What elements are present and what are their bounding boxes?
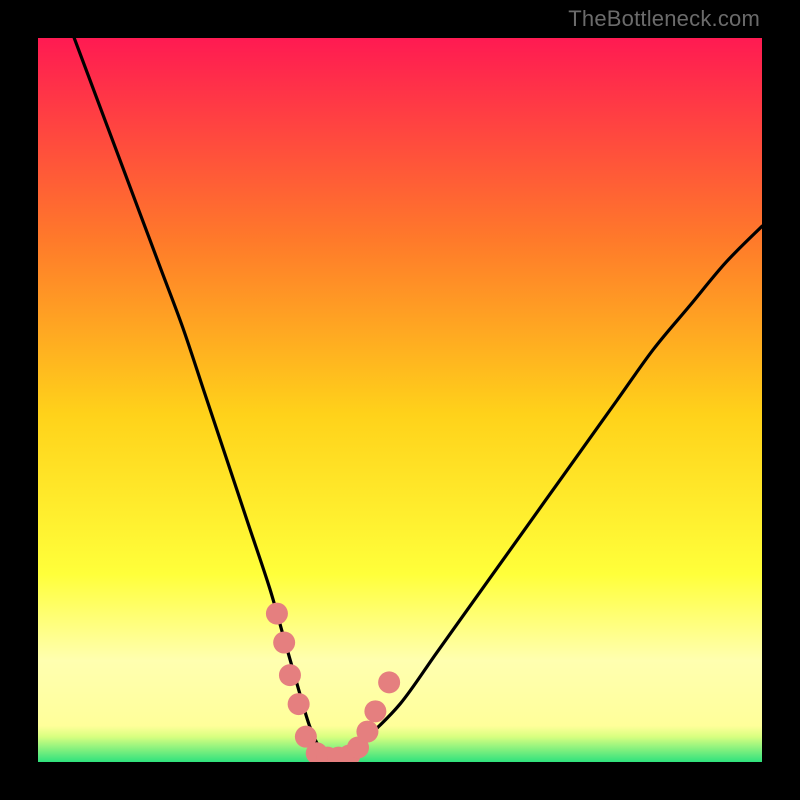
curve-marker	[279, 664, 301, 686]
curve-marker	[273, 632, 295, 654]
marker-group	[266, 603, 400, 762]
curve-marker	[378, 671, 400, 693]
curve-marker	[356, 721, 378, 743]
plot-area	[38, 38, 762, 762]
curve-layer	[38, 38, 762, 762]
chart-frame: TheBottleneck.com	[0, 0, 800, 800]
watermark-text: TheBottleneck.com	[568, 6, 760, 32]
curve-marker	[266, 603, 288, 625]
bottleneck-curve	[74, 38, 762, 759]
curve-marker	[288, 693, 310, 715]
curve-marker	[364, 700, 386, 722]
